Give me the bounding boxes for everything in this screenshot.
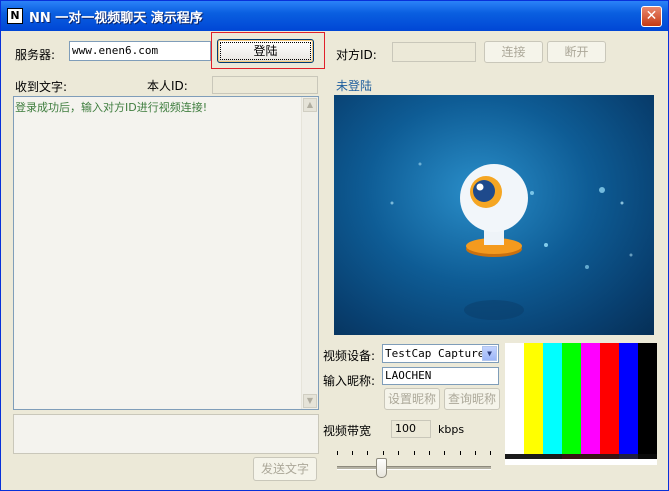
color-bar	[505, 343, 524, 454]
send-text-button[interactable]: 发送文字	[253, 457, 317, 481]
color-bar	[562, 343, 581, 454]
login-button[interactable]: 登陆	[217, 39, 314, 63]
message-input[interactable]	[13, 414, 319, 454]
app-icon: N	[7, 8, 23, 24]
color-bar-bottom	[543, 454, 562, 459]
color-bar	[524, 343, 543, 454]
color-bar	[638, 343, 657, 454]
color-bar-bottom	[619, 454, 638, 459]
slider-tick	[352, 451, 353, 455]
video-display	[334, 95, 654, 335]
my-id-label: 本人ID:	[147, 79, 188, 93]
received-text-label: 收到文字:	[15, 80, 68, 94]
color-bar	[581, 343, 600, 454]
color-bar-bottom	[638, 454, 657, 459]
query-nickname-button[interactable]: 查询昵称	[444, 388, 500, 410]
slider-tick	[444, 451, 445, 455]
color-bar-bottom	[600, 454, 619, 459]
color-bar-bottom	[581, 454, 600, 459]
slider-tick	[383, 451, 384, 455]
login-status: 未登陆	[336, 79, 373, 93]
set-nickname-button[interactable]: 设置昵称	[384, 388, 440, 410]
color-bar-bottom	[524, 454, 543, 459]
received-messages-box[interactable]: 登录成功后，输入对方ID进行视频连接! ▲ ▼	[13, 96, 319, 410]
nickname-field[interactable]: LAOCHEN	[382, 367, 499, 385]
color-bar-bottom	[505, 454, 524, 459]
connect-button[interactable]: 连接	[484, 41, 543, 63]
close-button[interactable]: ✕	[641, 6, 662, 27]
slider-tick	[337, 451, 338, 455]
scroll-up-icon[interactable]: ▲	[303, 98, 317, 112]
bandwidth-slider[interactable]	[337, 451, 491, 481]
title-bar[interactable]: N NN 一对一视频聊天 演示程序 ✕	[1, 1, 668, 31]
server-label: 服务器:	[15, 48, 56, 62]
scroll-down-icon[interactable]: ▼	[303, 394, 317, 408]
window-title: NN 一对一视频聊天 演示程序	[29, 11, 203, 26]
messages-scrollbar[interactable]: ▲ ▼	[301, 97, 318, 409]
webcam-icon	[460, 164, 528, 320]
server-field[interactable]: www.enen6.com	[69, 41, 211, 61]
video-device-label: 视频设备:	[323, 349, 376, 363]
slider-tick	[490, 451, 491, 455]
slider-tick	[429, 451, 430, 455]
peer-id-label: 对方ID:	[336, 48, 377, 62]
nickname-label: 输入昵称:	[323, 374, 376, 388]
chevron-down-icon[interactable]: ▼	[482, 346, 497, 361]
color-bar	[600, 343, 619, 454]
local-preview	[505, 343, 657, 465]
color-bar	[619, 343, 638, 454]
bandwidth-label: 视频带宽	[323, 424, 372, 438]
received-message: 登录成功后，输入对方ID进行视频连接!	[15, 101, 208, 114]
peer-id-field[interactable]	[392, 42, 476, 62]
bandwidth-value[interactable]: 100	[391, 420, 431, 438]
slider-tick	[475, 451, 476, 455]
my-id-field[interactable]	[212, 76, 318, 94]
slider-thumb[interactable]	[376, 458, 387, 478]
video-device-value: TestCap Capture	[385, 347, 485, 360]
slider-tick	[460, 451, 461, 455]
webcam-illustration	[390, 162, 633, 320]
color-bar-bottom	[562, 454, 581, 459]
slider-tick	[398, 451, 399, 455]
main-window: N NN 一对一视频聊天 演示程序 ✕ 服务器: www.enen6.com 登…	[0, 0, 669, 491]
color-bar	[543, 343, 562, 454]
disconnect-button[interactable]: 断开	[547, 41, 606, 63]
bandwidth-unit: kbps	[438, 423, 465, 436]
slider-track	[337, 466, 491, 470]
slider-tick	[367, 451, 368, 455]
video-device-select[interactable]: TestCap Capture ▼	[382, 344, 499, 363]
slider-tick	[414, 451, 415, 455]
